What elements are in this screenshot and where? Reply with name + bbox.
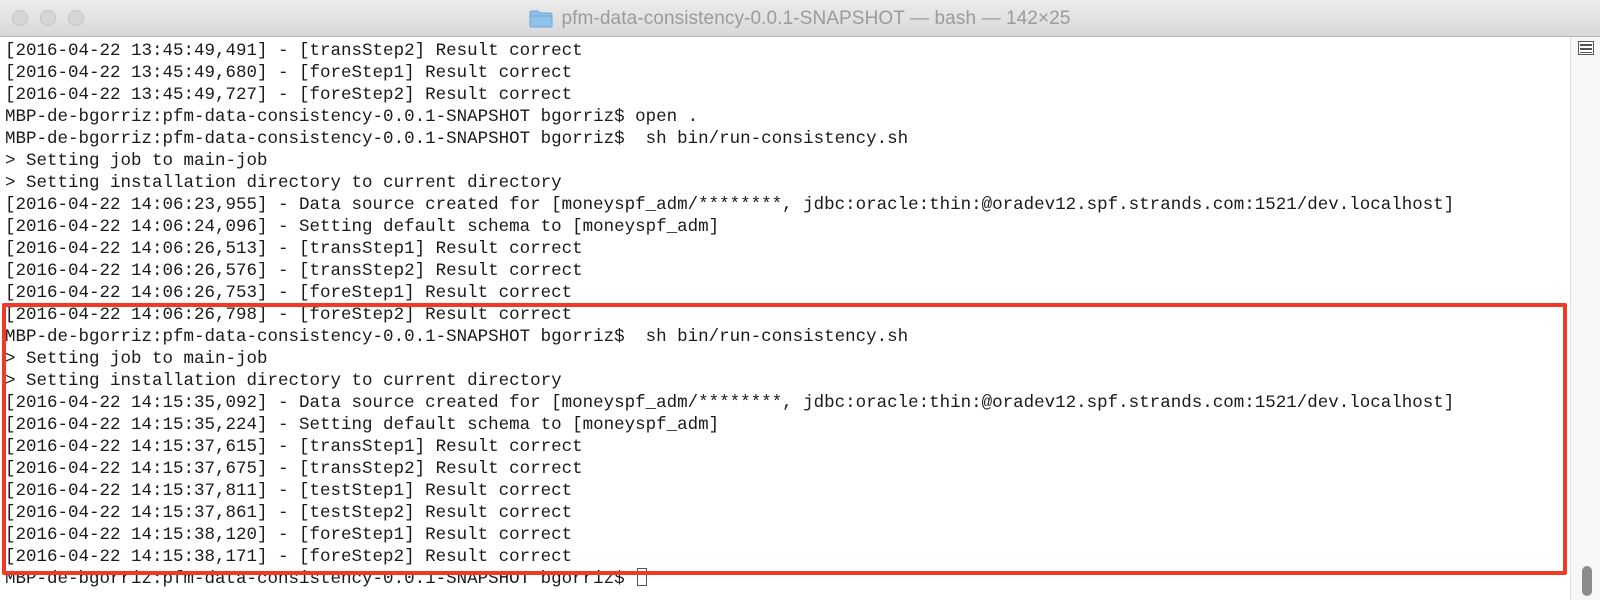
terminal-line: [2016-04-22 14:06:26,513] - [transStep1]… <box>5 239 583 259</box>
terminal-line: [2016-04-22 14:15:35,092] - Data source … <box>5 393 1455 413</box>
terminal-line: [2016-04-22 13:45:49,727] - [foreStep2] … <box>5 85 573 105</box>
terminal-window: pfm-data-consistency-0.0.1-SNAPSHOT — ba… <box>0 0 1600 600</box>
scrollbar-thumb[interactable] <box>1582 566 1592 596</box>
terminal-line: [2016-04-22 14:06:26,576] - [transStep2]… <box>5 261 583 281</box>
terminal-line: [2016-04-22 14:15:35,224] - Setting defa… <box>5 415 720 435</box>
terminal-line: MBP-de-bgorriz:pfm-data-consistency-0.0.… <box>5 129 909 149</box>
terminal-line: [2016-04-22 13:45:49,680] - [foreStep1] … <box>5 63 573 83</box>
terminal-line: [2016-04-22 14:15:37,811] - [testStep1] … <box>5 481 573 501</box>
terminal-output[interactable]: [2016-04-22 13:45:49,491] - [transStep2]… <box>0 40 1570 600</box>
split-pane-icon[interactable] <box>1578 41 1594 55</box>
terminal-line: > Setting job to main-job <box>5 151 268 171</box>
terminal-line: [2016-04-22 14:15:37,675] - [transStep2]… <box>5 459 583 479</box>
folder-icon <box>529 10 553 27</box>
window-title-group: pfm-data-consistency-0.0.1-SNAPSHOT — ba… <box>0 0 1600 37</box>
terminal-line: [2016-04-22 14:15:38,120] - [foreStep1] … <box>5 525 573 545</box>
prompt-line[interactable]: MBP-de-bgorriz:pfm-data-consistency-0.0.… <box>0 568 1570 590</box>
terminal-line: [2016-04-22 13:45:49,491] - [transStep2]… <box>5 41 583 61</box>
shell-prompt: MBP-de-bgorriz:pfm-data-consistency-0.0.… <box>5 569 636 589</box>
vertical-scrollbar[interactable] <box>1570 37 1600 600</box>
terminal-line: MBP-de-bgorriz:pfm-data-consistency-0.0.… <box>5 107 699 127</box>
terminal-line: > Setting installation directory to curr… <box>5 371 562 391</box>
terminal-line: [2016-04-22 14:06:26,753] - [foreStep1] … <box>5 283 573 303</box>
terminal-line: [2016-04-22 14:06:24,096] - Setting defa… <box>5 217 720 237</box>
terminal-line: > Setting installation directory to curr… <box>5 173 562 193</box>
terminal-line: [2016-04-22 14:15:38,171] - [foreStep2] … <box>5 547 573 567</box>
window-title: pfm-data-consistency-0.0.1-SNAPSHOT — ba… <box>561 7 1071 29</box>
terminal-line: [2016-04-22 14:06:23,955] - Data source … <box>5 195 1455 215</box>
title-bar[interactable]: pfm-data-consistency-0.0.1-SNAPSHOT — ba… <box>0 0 1600 37</box>
terminal-line: MBP-de-bgorriz:pfm-data-consistency-0.0.… <box>5 327 909 347</box>
terminal-line: [2016-04-22 14:06:26,798] - [foreStep2] … <box>5 305 573 325</box>
terminal-line: [2016-04-22 14:15:37,861] - [testStep2] … <box>5 503 573 523</box>
terminal-line: > Setting job to main-job <box>5 349 268 369</box>
terminal-line: [2016-04-22 14:15:37,615] - [transStep1]… <box>5 437 583 457</box>
text-cursor <box>637 568 648 586</box>
